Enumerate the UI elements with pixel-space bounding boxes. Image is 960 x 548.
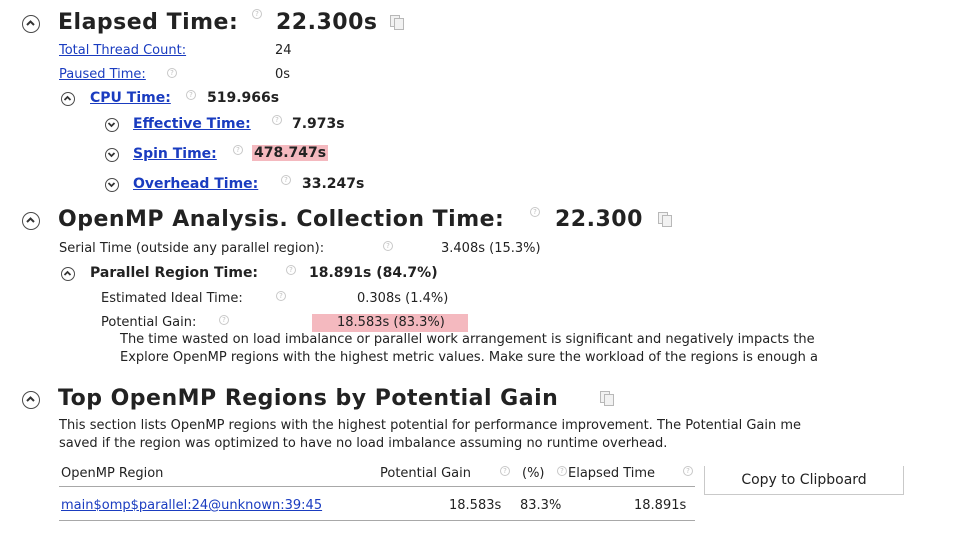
collapse-openmp-toggle-icon[interactable] (22, 212, 40, 230)
region-elapsed-time: 18.891s (634, 498, 687, 513)
cpu-time-link[interactable]: CPU Time: (90, 90, 171, 106)
help-icon[interactable]: ? (281, 175, 291, 185)
help-icon[interactable]: ? (500, 466, 510, 476)
help-icon[interactable]: ? (186, 90, 196, 100)
copy-to-clipboard-button[interactable]: Copy to Clipboard (704, 466, 904, 495)
expand-effective-time-toggle-icon[interactable] (105, 118, 119, 132)
total-thread-count-value: 24 (275, 43, 292, 58)
overhead-time-value: 33.247s (302, 176, 365, 192)
collapse-elapsed-toggle-icon[interactable] (22, 15, 40, 33)
potential-gain-label: Potential Gain: (101, 315, 197, 330)
elapsed-title: Elapsed Time: (58, 10, 239, 35)
help-icon[interactable]: ? (167, 68, 177, 78)
estimated-ideal-time-label: Estimated Ideal Time: (101, 291, 243, 306)
region-link[interactable]: main$omp$parallel:24@unknown:39:45 (61, 498, 322, 513)
effective-time-link[interactable]: Effective Time: (133, 116, 251, 132)
serial-time-value: 3.408s (15.3%) (441, 241, 541, 256)
copy-icon[interactable] (600, 391, 614, 406)
region-percent: 83.3% (520, 498, 562, 513)
estimated-ideal-time-value: 0.308s (1.4%) (357, 291, 449, 306)
total-thread-count-link[interactable]: Total Thread Count: (59, 43, 186, 58)
potential-gain-value: 18.583s (83.3%) (337, 315, 445, 330)
openmp-title: OpenMP Analysis. Collection Time: (58, 207, 505, 232)
col-header-elapsed-time[interactable]: Elapsed Time (568, 466, 655, 481)
spin-time-link[interactable]: Spin Time: (133, 146, 217, 162)
region-potential-gain: 18.583s (449, 498, 502, 513)
potential-gain-note-line1: The time wasted on load imbalance or par… (120, 332, 815, 347)
table-header-divider (59, 486, 695, 487)
top-regions-desc-line1: This section lists OpenMP regions with t… (59, 418, 802, 433)
spin-time-value: 478.747s (252, 145, 329, 161)
col-header-potential-gain[interactable]: Potential Gain (380, 466, 471, 481)
help-icon[interactable]: ? (383, 241, 393, 251)
openmp-value: 22.300 (555, 207, 643, 232)
help-icon[interactable]: ? (286, 265, 296, 275)
collapse-parallel-region-toggle-icon[interactable] (61, 267, 75, 281)
paused-time-link[interactable]: Paused Time: (59, 67, 146, 82)
potential-gain-note-line2: Explore OpenMP regions with the highest … (120, 350, 819, 365)
help-icon[interactable]: ? (557, 466, 567, 476)
top-regions-desc-line2: saved if the region was optimized to hav… (59, 436, 668, 451)
effective-time-value: 7.973s (292, 116, 345, 132)
copy-icon[interactable] (390, 15, 404, 30)
elapsed-value: 22.300s (276, 10, 378, 35)
help-icon[interactable]: ? (272, 115, 282, 125)
paused-time-value: 0s (275, 67, 291, 82)
parallel-region-time-value: 18.891s (84.7%) (309, 265, 438, 281)
copy-icon[interactable] (658, 212, 672, 227)
serial-time-label: Serial Time (outside any parallel region… (59, 241, 325, 256)
help-icon[interactable]: ? (530, 207, 540, 217)
parallel-region-time-label: Parallel Region Time: (90, 265, 259, 281)
col-header-openmp-region[interactable]: OpenMP Region (61, 466, 163, 481)
collapse-top-regions-toggle-icon[interactable] (22, 391, 40, 409)
col-header-percent[interactable]: (%) (522, 466, 545, 481)
help-icon[interactable]: ? (219, 315, 229, 325)
expand-spin-time-toggle-icon[interactable] (105, 148, 119, 162)
help-icon[interactable]: ? (252, 9, 262, 19)
overhead-time-link[interactable]: Overhead Time: (133, 176, 258, 192)
help-icon[interactable]: ? (233, 145, 243, 155)
expand-overhead-time-toggle-icon[interactable] (105, 178, 119, 192)
cpu-time-value: 519.966s (207, 90, 280, 106)
top-regions-title: Top OpenMP Regions by Potential Gain (58, 386, 559, 411)
help-icon[interactable]: ? (276, 291, 286, 301)
help-icon[interactable]: ? (683, 466, 693, 476)
table-bottom-divider (59, 520, 695, 521)
collapse-cpu-time-toggle-icon[interactable] (61, 92, 75, 106)
